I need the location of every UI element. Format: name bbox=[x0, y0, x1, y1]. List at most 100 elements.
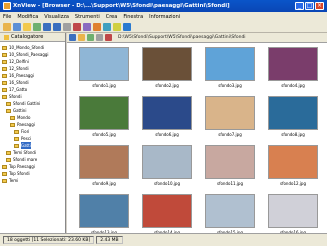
back-icon[interactable] bbox=[43, 22, 51, 31]
thumbnail-image[interactable] bbox=[79, 96, 129, 130]
thumbnail-caption: sfondo10.jpg bbox=[153, 181, 180, 186]
close-button[interactable]: × bbox=[315, 2, 324, 10]
thumbnail-image[interactable] bbox=[205, 96, 255, 130]
forward-icon[interactable] bbox=[53, 22, 61, 31]
maximize-button[interactable]: □ bbox=[305, 2, 314, 10]
thumbnail-image[interactable] bbox=[268, 47, 318, 81]
menu-create[interactable]: Crea bbox=[106, 14, 118, 20]
thumbnail-item[interactable]: sfondo12.jpg bbox=[264, 145, 322, 190]
thumbnail-image[interactable] bbox=[205, 47, 255, 81]
title-bar: XnView - [Browser - D:\...\Support\W5\Sf… bbox=[0, 0, 327, 12]
tree-item[interactable]: Top Paesaggi bbox=[2, 163, 65, 170]
slideshow-icon[interactable] bbox=[83, 22, 91, 31]
menu-info[interactable]: Informazioni bbox=[149, 14, 180, 20]
folder-tree: 10_Mondo_Sfondi 10_Sfondi_Paesaggi 12_Delf… bbox=[0, 42, 65, 184]
thumbnail-image[interactable] bbox=[142, 47, 192, 81]
thumbnail-image[interactable] bbox=[268, 145, 318, 179]
catalog-tab[interactable]: Catalogatore bbox=[0, 33, 65, 42]
open-icon[interactable] bbox=[23, 22, 31, 31]
up-icon[interactable] bbox=[69, 34, 76, 41]
view-icon[interactable] bbox=[63, 22, 71, 31]
folder-icon bbox=[2, 94, 7, 99]
thumbnail-image[interactable] bbox=[205, 194, 255, 228]
tree-item[interactable]: 10_Mondo_Sfondi bbox=[2, 44, 65, 51]
thumbnail-image[interactable] bbox=[142, 96, 192, 130]
folder-icon bbox=[10, 122, 15, 127]
folder-icon[interactable] bbox=[3, 22, 11, 31]
folder-icon bbox=[2, 59, 7, 64]
thumbnail-item[interactable]: sfondo9.jpg bbox=[75, 145, 133, 190]
tree-item[interactable]: 12_Delfini bbox=[2, 58, 65, 65]
filter-icon[interactable] bbox=[87, 34, 94, 41]
tree-item[interactable]: 16_Sfondi bbox=[2, 79, 65, 86]
delete-icon[interactable] bbox=[73, 22, 81, 31]
thumbnail-image[interactable] bbox=[79, 194, 129, 228]
tree-item[interactable]: Fiori bbox=[2, 128, 65, 135]
thumbnail-image[interactable] bbox=[79, 47, 129, 81]
menu-window[interactable]: Finestra bbox=[123, 14, 143, 20]
tree-item-label: 16_Paesaggi bbox=[9, 73, 34, 78]
thumbnail-item[interactable]: sfondo10.jpg bbox=[138, 145, 196, 190]
thumbnail-image[interactable] bbox=[79, 145, 129, 179]
sort-icon[interactable] bbox=[96, 34, 103, 41]
folder-icon bbox=[2, 80, 7, 85]
thumbnail-item[interactable]: sfondo3.jpg bbox=[201, 47, 259, 92]
thumbnail-image[interactable] bbox=[142, 145, 192, 179]
thumbnail-item[interactable]: sfondo7.jpg bbox=[201, 96, 259, 141]
status-count: 18 oggetti [11 Selezionati: 23.60 KB] bbox=[3, 236, 95, 244]
thumbnail-image[interactable] bbox=[268, 194, 318, 228]
tree-item[interactable]: Top Sfondi bbox=[2, 170, 65, 177]
browser-icon[interactable] bbox=[13, 22, 21, 31]
thumbnail-grid: sfondo1.jpg sfondo2.jpg sfondo3.jpg sfondo4… bbox=[75, 47, 322, 239]
tree-item[interactable]: Sfondi Gattini bbox=[2, 100, 65, 107]
minimize-button[interactable]: _ bbox=[295, 2, 304, 10]
thumbnail-item[interactable]: sfondo5.jpg bbox=[75, 96, 133, 141]
tree-item[interactable]: Mondo bbox=[2, 114, 65, 121]
tree-item-label: Sfondi Gattini bbox=[13, 101, 41, 106]
menu-edit[interactable]: Modifica bbox=[17, 14, 38, 20]
menu-file[interactable]: File bbox=[3, 14, 11, 20]
tree-item[interactable]: Gatti bbox=[2, 142, 65, 149]
thumbnail-item[interactable]: sfondo6.jpg bbox=[138, 96, 196, 141]
convert-icon[interactable] bbox=[93, 22, 101, 31]
address-path[interactable]: D:\W5\Sfondi\Support\W5\Sfondi\paesaggi\… bbox=[118, 35, 246, 40]
folder-icon bbox=[2, 73, 7, 78]
thumbnail-item[interactable]: sfondo11.jpg bbox=[201, 145, 259, 190]
refresh-icon[interactable] bbox=[33, 22, 41, 31]
thumbnail-image[interactable] bbox=[268, 96, 318, 130]
settings-icon[interactable] bbox=[113, 22, 121, 31]
tree-item-label: Gatti bbox=[21, 142, 31, 149]
tree-item[interactable]: Paesaggi bbox=[2, 121, 65, 128]
folder-icon bbox=[6, 108, 11, 113]
thumbnail-image[interactable] bbox=[142, 194, 192, 228]
tree-item-label: Top Sfondi bbox=[9, 171, 30, 176]
folder-icon[interactable] bbox=[78, 34, 85, 41]
tree-item[interactable]: Temi bbox=[2, 177, 65, 184]
thumbnail-item[interactable]: sfondo8.jpg bbox=[264, 96, 322, 141]
tree-item[interactable]: 12_Sfondi bbox=[2, 65, 65, 72]
tree-item[interactable]: 16_Paesaggi bbox=[2, 72, 65, 79]
folder-icon bbox=[14, 143, 19, 148]
thumbnail-item[interactable]: sfondo2.jpg bbox=[138, 47, 196, 92]
tree-item[interactable]: Sfondi mare bbox=[2, 156, 65, 163]
thumbnail-caption: sfondo9.jpg bbox=[92, 181, 116, 186]
tree-item-label: Gattini bbox=[13, 108, 27, 113]
tree-item[interactable]: 10_Sfondi_Paesaggi bbox=[2, 51, 65, 58]
tree-item[interactable]: 17_Gatto bbox=[2, 86, 65, 93]
tree-item[interactable]: Temi Sfondi bbox=[2, 149, 65, 156]
help-icon[interactable] bbox=[123, 22, 131, 31]
menu-view[interactable]: Visualizza bbox=[44, 14, 69, 20]
tree-item[interactable]: Sfondi bbox=[2, 93, 65, 100]
thumbnail-image[interactable] bbox=[205, 145, 255, 179]
folder-icon bbox=[2, 178, 7, 183]
thumbnail-item[interactable]: sfondo1.jpg bbox=[75, 47, 133, 92]
thumbnail-caption: sfondo6.jpg bbox=[155, 132, 179, 137]
thumbs-icon[interactable] bbox=[105, 34, 112, 41]
status-size: 2.43 MB bbox=[96, 236, 123, 244]
print-icon[interactable] bbox=[103, 22, 111, 31]
menu-tools[interactable]: Strumenti bbox=[75, 14, 100, 20]
tree-item[interactable]: Gattini bbox=[2, 107, 65, 114]
tree-item-label: 12_Delfini bbox=[9, 59, 29, 64]
thumbnail-item[interactable]: sfondo4.jpg bbox=[264, 47, 322, 92]
tree-item[interactable]: Pesci bbox=[2, 135, 65, 142]
